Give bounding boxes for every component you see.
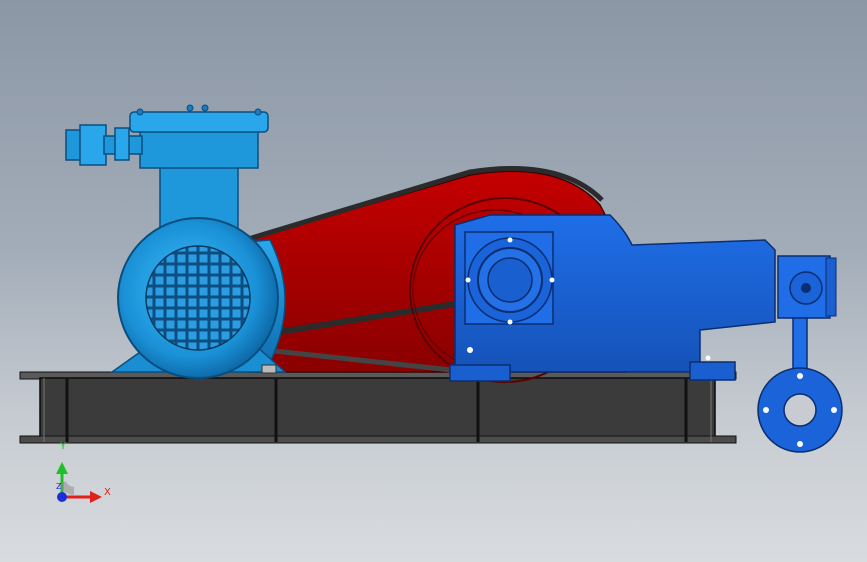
terminal-box-cover	[129, 111, 269, 133]
cad-viewport[interactable]: Y X Z	[0, 0, 867, 562]
x-axis-label: X	[104, 487, 111, 498]
axis-triad	[56, 462, 102, 503]
pump-assembly-model[interactable]	[0, 0, 867, 562]
electric-motor[interactable]	[65, 104, 287, 379]
terminal-box	[139, 129, 259, 169]
discharge-pipe	[792, 317, 808, 371]
skid-base-frame[interactable]	[19, 371, 737, 444]
y-axis-label: Y	[60, 441, 67, 452]
z-axis-label: Z	[56, 482, 62, 491]
fan-grille	[145, 245, 251, 351]
